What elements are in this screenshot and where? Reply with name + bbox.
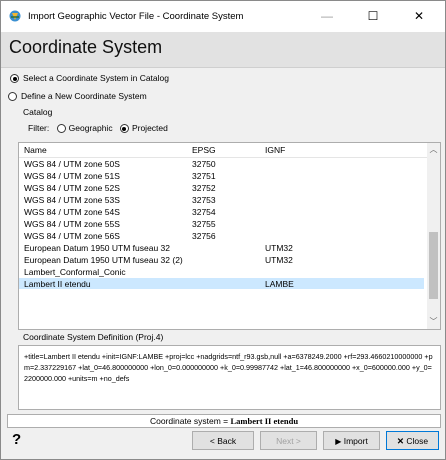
table-row[interactable]: European Datum 1950 UTM fuseau 32 UTM32: [19, 242, 424, 253]
table-row[interactable]: WGS 84 / UTM zone 50S 32750: [19, 158, 424, 169]
filter-projected-label[interactable]: Projected: [132, 123, 168, 133]
close-label: Close: [406, 436, 429, 446]
status-value: Lambert II etendu: [230, 416, 299, 426]
scroll-thumb[interactable]: [429, 232, 438, 299]
filter-label: Filter:: [28, 123, 50, 133]
table-row[interactable]: WGS 84 / UTM zone 55S 32755: [19, 218, 424, 229]
table-row[interactable]: WGS 84 / UTM zone 54S 32754: [19, 206, 424, 217]
app-icon: [9, 10, 21, 22]
filter-row: Filter: Geographic Projected: [28, 123, 168, 134]
status-prefix: Coordinate system =: [149, 416, 231, 426]
table-row[interactable]: WGS 84 / UTM zone 53S 32753: [19, 194, 424, 205]
window-close-button[interactable]: ✕: [399, 1, 439, 32]
option-label: Select a Coordinate System in Catalog: [23, 73, 169, 83]
minimize-button[interactable]: —: [307, 1, 347, 32]
title-bar[interactable]: Import Geographic Vector File - Coordina…: [1, 1, 445, 32]
table-row-selected[interactable]: Lambert II etendu LAMBE: [19, 278, 424, 289]
definition-label: Coordinate System Definition (Proj.4): [23, 332, 164, 342]
next-button[interactable]: Next >: [260, 431, 317, 450]
help-icon[interactable]: ?: [12, 431, 21, 448]
table-row[interactable]: WGS 84 / UTM zone 52S 32752: [19, 182, 424, 193]
page-header: Coordinate System: [1, 32, 445, 68]
scroll-down-icon[interactable]: ﹀: [427, 316, 440, 328]
status-bar: Coordinate system = Lambert II etendu: [7, 414, 441, 428]
next-label: Next >: [276, 436, 301, 446]
radio-icon[interactable]: [10, 74, 19, 84]
option-label: Define a New Coordinate System: [21, 91, 147, 101]
table-row[interactable]: European Datum 1950 UTM fuseau 32 (2) UTM…: [19, 254, 424, 265]
close-x-icon: ✕: [396, 436, 404, 446]
definition-text[interactable]: +title=Lambert II etendu +init=IGNF:LAMB…: [24, 351, 434, 384]
window-title: Import Geographic Vector File - Coordina…: [28, 11, 244, 22]
catalog-group-label: Catalog: [23, 107, 53, 117]
back-button[interactable]: < Back: [192, 431, 254, 450]
option-select-catalog[interactable]: Select a Coordinate System in Catalog: [10, 73, 169, 84]
import-button[interactable]: ▶ Import: [323, 431, 380, 450]
column-name[interactable]: Name: [24, 145, 47, 155]
table-row[interactable]: WGS 84 / UTM zone 56S 32756: [19, 230, 424, 241]
play-icon: ▶: [335, 437, 342, 446]
close-button[interactable]: ✕ Close: [386, 431, 439, 450]
page-title: Coordinate System: [9, 37, 163, 57]
table-row[interactable]: WGS 84 / UTM zone 51S 32751: [19, 170, 424, 181]
option-define-new[interactable]: Define a New Coordinate System: [8, 91, 147, 102]
radio-geographic[interactable]: [56, 124, 66, 134]
radio-icon[interactable]: [8, 92, 17, 102]
import-label: Import: [343, 436, 368, 446]
scroll-up-icon[interactable]: ︿: [427, 144, 440, 156]
dialog-window: Import Geographic Vector File - Coordina…: [0, 0, 446, 460]
back-label: < Back: [209, 436, 237, 446]
table-row[interactable]: Lambert_Conformal_Conic: [19, 266, 424, 277]
column-ignf[interactable]: IGNF: [265, 145, 285, 155]
radio-projected[interactable]: [119, 124, 129, 134]
catalog-scrollbar[interactable]: ︿ ﹀: [427, 143, 440, 329]
maximize-button[interactable]: ☐: [353, 1, 393, 32]
column-epsg[interactable]: EPSG: [192, 145, 216, 155]
catalog-table[interactable]: Name EPSG IGNF WGS 84 / UTM zone 50S 3275…: [18, 142, 441, 330]
filter-geographic-label[interactable]: Geographic: [69, 123, 113, 133]
definition-textbox[interactable]: +title=Lambert II etendu +init=IGNF:LAMB…: [18, 345, 441, 410]
table-header: Name EPSG IGNF: [19, 143, 427, 158]
